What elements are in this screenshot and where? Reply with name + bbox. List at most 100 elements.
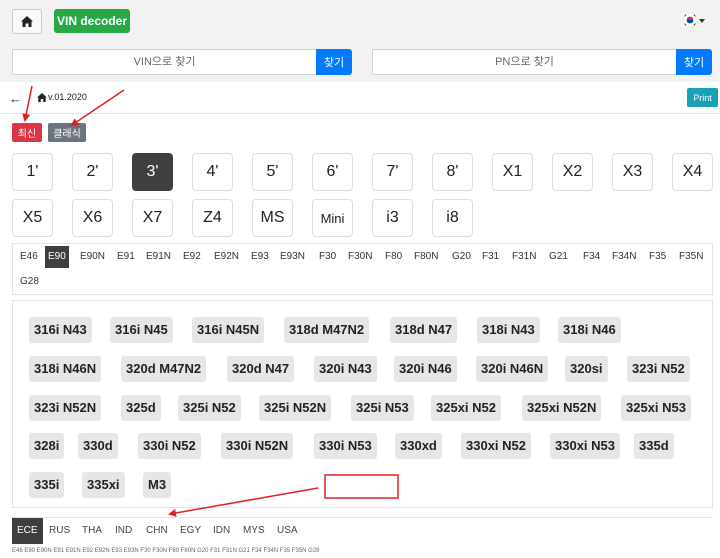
region-idn-tab[interactable]: IDN <box>208 518 235 544</box>
print-button[interactable]: Print <box>687 88 718 107</box>
series-x4-button[interactable]: X4 <box>672 153 713 191</box>
pn-search-input[interactable] <box>372 49 677 75</box>
chassis-e92n[interactable]: E92N <box>211 246 242 268</box>
series-7-button[interactable]: 7' <box>372 153 413 191</box>
model-335i-button[interactable]: 335i <box>29 472 65 498</box>
region-mys-tab[interactable]: MYS <box>238 518 270 544</box>
model-316i-n43-button[interactable]: 316i N43 <box>29 317 92 343</box>
chassis-f30[interactable]: F30 <box>316 246 339 268</box>
chassis-g20[interactable]: G20 <box>449 246 474 268</box>
chassis-e46[interactable]: E46 <box>17 246 41 268</box>
model-320d-n47-button[interactable]: 320d N47 <box>227 356 295 382</box>
model-323i-n52-button[interactable]: 323i N52 <box>627 356 690 382</box>
classic-filter-button[interactable]: 클래식 <box>48 123 86 142</box>
series-1-button[interactable]: 1' <box>12 153 53 191</box>
chassis-f80n[interactable]: F80N <box>411 246 441 268</box>
series-ms-button[interactable]: MS <box>252 199 293 237</box>
model-330i-n53-button[interactable]: 330i N53 <box>314 433 377 459</box>
home-button[interactable] <box>12 9 42 34</box>
model-330i-n52n-button[interactable]: 330i N52N <box>221 433 294 459</box>
region-tha-tab[interactable]: THA <box>77 518 107 544</box>
model-318d-n47-button[interactable]: 318d N47 <box>390 317 458 343</box>
model-318i-n43-button[interactable]: 318i N43 <box>477 317 540 343</box>
chassis-e91[interactable]: E91 <box>114 246 138 268</box>
pn-search-button[interactable]: 찾기 <box>676 49 712 75</box>
series-2-button[interactable]: 2' <box>72 153 113 191</box>
series-x7-button[interactable]: X7 <box>132 199 173 237</box>
model-320d-m47n2-button[interactable]: 320d M47N2 <box>121 356 207 382</box>
model-328i-button[interactable]: 328i <box>29 433 65 459</box>
model-318i-n46n-button[interactable]: 318i N46N <box>29 356 102 382</box>
model-330xi-n53-button[interactable]: 330xi N53 <box>550 433 620 459</box>
series-x2-button[interactable]: X2 <box>552 153 593 191</box>
search-area: 찾기 찾기 <box>0 44 720 82</box>
chassis-f34[interactable]: F34 <box>580 246 603 268</box>
model-335d-button[interactable]: 335d <box>634 433 674 459</box>
series-z4-button[interactable]: Z4 <box>192 199 233 237</box>
model-325i-n52n-button[interactable]: 325i N52N <box>259 395 332 421</box>
vin-search-button[interactable]: 찾기 <box>316 49 352 75</box>
series-x6-button[interactable]: X6 <box>72 199 113 237</box>
model-318i-n46-button[interactable]: 318i N46 <box>558 317 621 343</box>
model-325xi-n52-button[interactable]: 325xi N52 <box>431 395 501 421</box>
model-325xi-n52n-button[interactable]: 325xi N52N <box>522 395 602 421</box>
model-325i-n52-button[interactable]: 325i N52 <box>178 395 241 421</box>
model-325xi-n53-button[interactable]: 325xi N53 <box>621 395 691 421</box>
model-330d-button[interactable]: 330d <box>78 433 118 459</box>
model-330i-n52-button[interactable]: 330i N52 <box>138 433 201 459</box>
series-4-button[interactable]: 4' <box>192 153 233 191</box>
chassis-e92[interactable]: E92 <box>180 246 204 268</box>
series-5-button[interactable]: 5' <box>252 153 293 191</box>
series-6-button[interactable]: 6' <box>312 153 353 191</box>
chassis-e90[interactable]: E90 <box>45 246 69 268</box>
latest-filter-button[interactable]: 최신 <box>12 123 42 142</box>
series-x3-button[interactable]: X3 <box>612 153 653 191</box>
model-316i-n45n-button[interactable]: 316i N45N <box>192 317 265 343</box>
model-325d-button[interactable]: 325d <box>121 395 161 421</box>
series-i3-button[interactable]: i3 <box>372 199 413 237</box>
series-x1-button[interactable]: X1 <box>492 153 533 191</box>
series-8-button[interactable]: 8' <box>432 153 473 191</box>
model-330xi-n52-button[interactable]: 330xi N52 <box>461 433 531 459</box>
region-usa-tab[interactable]: USA <box>272 518 303 544</box>
chassis-g21[interactable]: G21 <box>546 246 571 268</box>
series-x5-button[interactable]: X5 <box>12 199 53 237</box>
chassis-e93n[interactable]: E93N <box>277 246 308 268</box>
model-318d-m47n2-button[interactable]: 318d M47N2 <box>284 317 370 343</box>
chassis-f31n[interactable]: F31N <box>509 246 539 268</box>
series-mini-button[interactable]: Mini <box>312 199 353 237</box>
korea-flag-icon[interactable] <box>683 13 697 27</box>
model-m3-button[interactable]: M3 <box>143 472 172 498</box>
chassis-e90n[interactable]: E90N <box>77 246 108 268</box>
chassis-f80[interactable]: F80 <box>382 246 405 268</box>
chassis-e93[interactable]: E93 <box>248 246 272 268</box>
region-chn-tab[interactable]: CHN <box>141 518 173 544</box>
region-ind-tab[interactable]: IND <box>110 518 137 544</box>
chassis-f30n[interactable]: F30N <box>345 246 375 268</box>
language-caret-icon[interactable] <box>699 19 705 23</box>
chassis-f35[interactable]: F35 <box>646 246 669 268</box>
region-ece-tab[interactable]: ECE <box>12 518 43 544</box>
model-320i-n46-button[interactable]: 320i N46 <box>394 356 457 382</box>
chassis-f34n[interactable]: F34N <box>609 246 639 268</box>
series-i8-button[interactable]: i8 <box>432 199 473 237</box>
model-335xi-button[interactable]: 335xi <box>82 472 125 498</box>
chassis-g28[interactable]: G28 <box>17 271 42 293</box>
model-316i-n45-button[interactable]: 316i N45 <box>110 317 173 343</box>
region-rus-tab[interactable]: RUS <box>44 518 75 544</box>
chassis-f31[interactable]: F31 <box>479 246 502 268</box>
model-320i-n43-button[interactable]: 320i N43 <box>314 356 377 382</box>
back-arrow-icon[interactable]: ← <box>9 91 22 106</box>
chassis-f35n[interactable]: F35N <box>676 246 706 268</box>
home-icon[interactable] <box>37 92 47 102</box>
model-330xd-button[interactable]: 330xd <box>395 433 442 459</box>
vin-decoder-button[interactable]: VIN decoder <box>54 9 130 33</box>
model-325i-n53-button[interactable]: 325i N53 <box>351 395 414 421</box>
region-egy-tab[interactable]: EGY <box>175 518 206 544</box>
model-320si-button[interactable]: 320si <box>565 356 608 382</box>
series-3-button[interactable]: 3' <box>132 153 173 191</box>
model-323i-n52n-button[interactable]: 323i N52N <box>29 395 102 421</box>
chassis-e91n[interactable]: E91N <box>143 246 174 268</box>
vin-search-input[interactable] <box>12 49 317 75</box>
model-320i-n46n-button[interactable]: 320i N46N <box>476 356 549 382</box>
